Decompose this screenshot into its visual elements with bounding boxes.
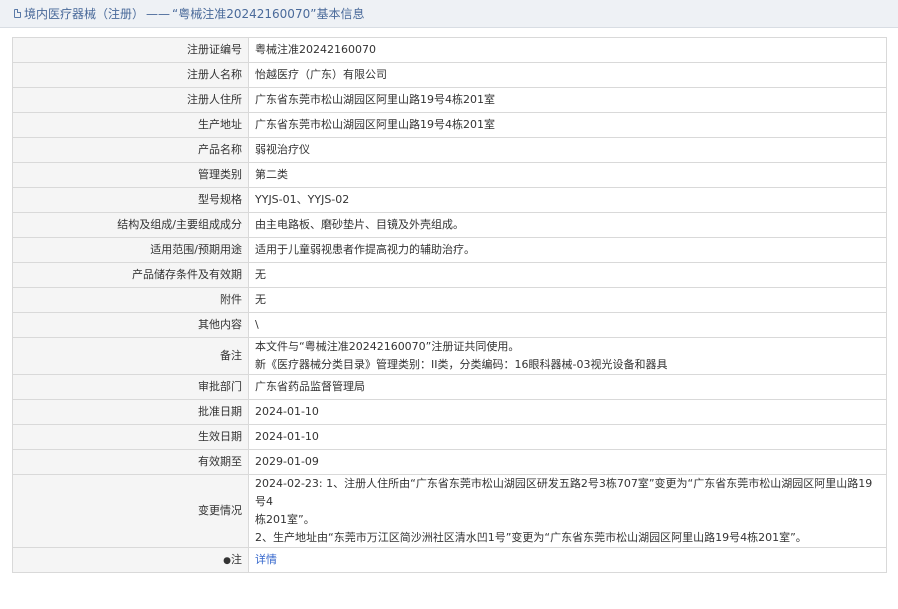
row-label: 型号规格	[12, 187, 249, 213]
row-label: 注册人名称	[12, 62, 249, 88]
notes-line: 新《医疗器械分类目录》管理类别：II类，分类编码：16眼科器械-03视光设备和器…	[255, 358, 668, 371]
table-row: 注册人住所 广东省东莞市松山湖园区阿里山路19号4栋201室	[12, 87, 887, 113]
detail-table: 注册证编号 粤械注准20242160070 注册人名称 怡越医疗（广东）有限公司…	[12, 37, 887, 573]
header-prefix: 境内医疗器械（注册）	[24, 7, 145, 21]
table-row-notes: 备注 本文件与“粤械注准20242160070”注册证共同使用。 新《医疗器械分…	[12, 337, 887, 375]
table-row: 适用范围/预期用途 适用于儿童弱视患者作提高视力的辅助治疗。	[12, 237, 887, 263]
header-registration-number: “粤械注准20242160070”	[172, 7, 317, 21]
row-value: 2024-01-10	[248, 424, 887, 450]
row-label: 附件	[12, 287, 249, 313]
note-label: 注	[231, 552, 242, 566]
table-row: 注册证编号 粤械注准20242160070	[12, 37, 887, 63]
table-row: 型号规格 YYJS-01、YYJS-02	[12, 187, 887, 213]
table-row: 审批部门 广东省药品监督管理局	[12, 374, 887, 400]
row-value: 由主电路板、磨砂垫片、目镜及外壳组成。	[248, 212, 887, 238]
table-row: 管理类别 第二类	[12, 162, 887, 188]
details-link[interactable]: 详情	[255, 553, 277, 566]
notes-line: 本文件与“粤械注准20242160070”注册证共同使用。	[255, 340, 520, 353]
table-row: 产品名称 弱视治疗仪	[12, 137, 887, 163]
table-row-note: ●注 详情	[12, 547, 887, 573]
bullet-icon: ●	[223, 555, 231, 566]
row-value: 2029-01-09	[248, 449, 887, 475]
row-value: 无	[248, 287, 887, 313]
header-separator: ——	[146, 6, 171, 21]
note-value: 详情	[248, 547, 887, 573]
document-icon	[14, 9, 21, 18]
changes-line: 2、生产地址由“东莞市万江区简沙洲社区清水凹1号”变更为“广东省东莞市松山湖园区…	[255, 531, 807, 544]
note-label-cell: ●注	[12, 547, 249, 573]
row-value: 无	[248, 262, 887, 288]
notes-value: 本文件与“粤械注准20242160070”注册证共同使用。 新《医疗器械分类目录…	[248, 337, 887, 375]
row-value: 怡越医疗（广东）有限公司	[248, 62, 887, 88]
row-label: 备注	[12, 337, 249, 375]
row-label: 批准日期	[12, 399, 249, 425]
row-value: 粤械注准20242160070	[248, 37, 887, 63]
table-row: 注册人名称 怡越医疗（广东）有限公司	[12, 62, 887, 88]
table-row: 产品储存条件及有效期 无	[12, 262, 887, 288]
changes-value: 2024-02-23: 1、注册人住所由“广东省东莞市松山湖园区研发五路2号3栋…	[248, 474, 887, 548]
row-value: 广东省药品监督管理局	[248, 374, 887, 400]
row-label: 审批部门	[12, 374, 249, 400]
changes-line: 栋201室”。	[255, 513, 315, 526]
table-row: 批准日期 2024-01-10	[12, 399, 887, 425]
row-label: 产品名称	[12, 137, 249, 163]
table-row: 生产地址 广东省东莞市松山湖园区阿里山路19号4栋201室	[12, 112, 887, 138]
row-label: 管理类别	[12, 162, 249, 188]
row-value: YYJS-01、YYJS-02	[248, 187, 887, 213]
row-label: 其他内容	[12, 312, 249, 338]
row-label: 变更情况	[12, 474, 249, 548]
row-label: 产品储存条件及有效期	[12, 262, 249, 288]
row-value: 广东省东莞市松山湖园区阿里山路19号4栋201室	[248, 87, 887, 113]
table-row: 生效日期 2024-01-10	[12, 424, 887, 450]
row-value: 适用于儿童弱视患者作提高视力的辅助治疗。	[248, 237, 887, 263]
row-value: \	[248, 312, 887, 338]
row-value: 弱视治疗仪	[248, 137, 887, 163]
row-label: 适用范围/预期用途	[12, 237, 249, 263]
row-value: 广东省东莞市松山湖园区阿里山路19号4栋201室	[248, 112, 887, 138]
row-value: 第二类	[248, 162, 887, 188]
row-label: 有效期至	[12, 449, 249, 475]
page-header: 境内医疗器械（注册） —— “粤械注准20242160070” 基本信息	[0, 0, 898, 28]
row-label: 生效日期	[12, 424, 249, 450]
row-label: 生产地址	[12, 112, 249, 138]
table-row: 附件 无	[12, 287, 887, 313]
header-suffix: 基本信息	[316, 7, 365, 21]
row-label: 注册人住所	[12, 87, 249, 113]
table-row: 结构及组成/主要组成成分 由主电路板、磨砂垫片、目镜及外壳组成。	[12, 212, 887, 238]
table-row: 有效期至 2029-01-09	[12, 449, 887, 475]
row-label: 注册证编号	[12, 37, 249, 63]
row-value: 2024-01-10	[248, 399, 887, 425]
table-row-changes: 变更情况 2024-02-23: 1、注册人住所由“广东省东莞市松山湖园区研发五…	[12, 474, 887, 548]
row-label: 结构及组成/主要组成成分	[12, 212, 249, 238]
changes-line: 2024-02-23: 1、注册人住所由“广东省东莞市松山湖园区研发五路2号3栋…	[255, 477, 873, 508]
table-row: 其他内容 \	[12, 312, 887, 338]
